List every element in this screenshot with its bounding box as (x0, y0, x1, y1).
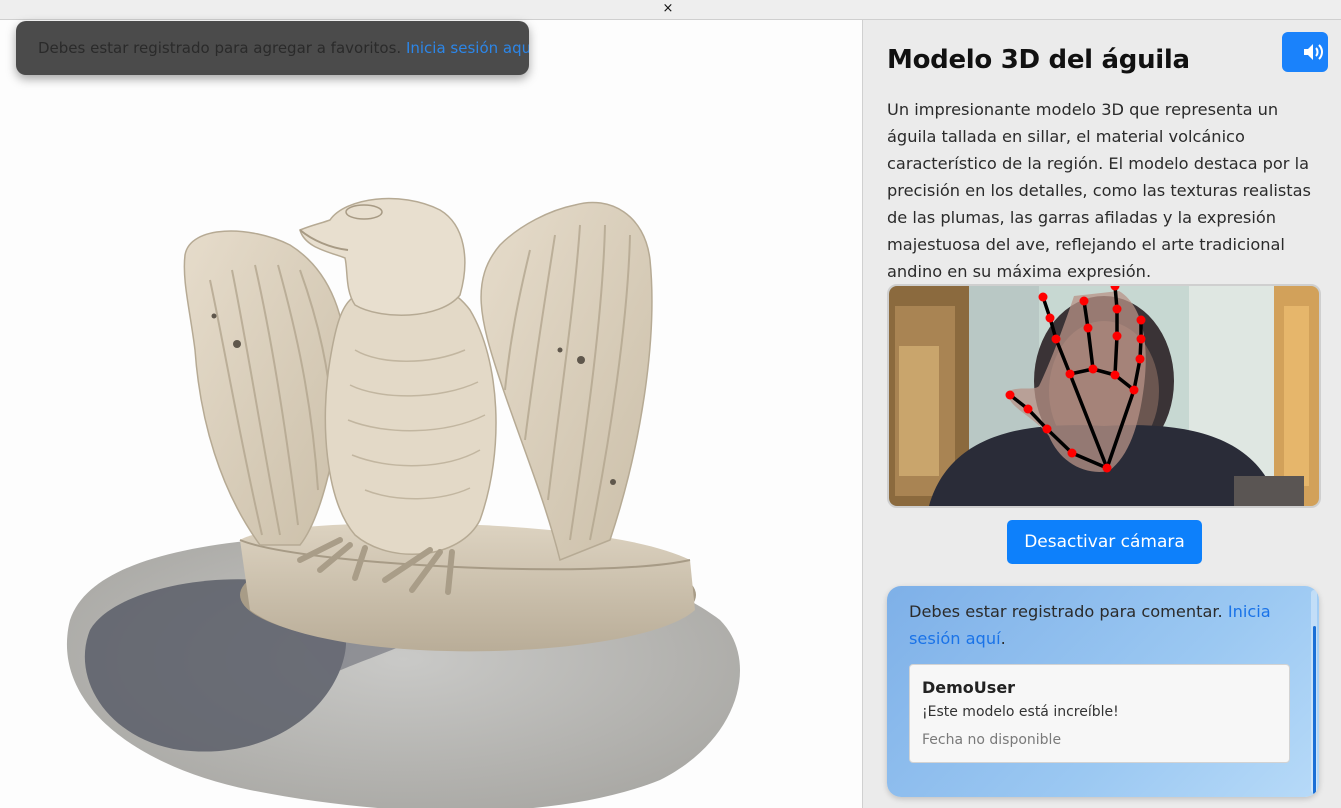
comment-login-message: Debes estar registrado para comentar. In… (909, 598, 1289, 652)
comment-date: Fecha no disponible (922, 732, 1062, 748)
toast-message: Debes estar registrado para agregar a fa… (38, 39, 402, 57)
favorites-login-toast: Debes estar registrado para agregar a fa… (16, 21, 529, 75)
model-viewer-canvas[interactable] (0, 20, 862, 808)
comment-card: DemoUser ¡Este modelo está increíble! Fe… (909, 664, 1290, 763)
comments-section: Debes estar registrado para comentar. In… (887, 586, 1319, 797)
toggle-camera-button[interactable]: Desactivar cámara (1007, 520, 1202, 564)
window-title-bar: × (0, 0, 1341, 20)
page-title: Modelo 3D del águila (887, 45, 1190, 75)
comment-login-text: Debes estar registrado para comentar. (909, 602, 1223, 621)
camera-frame (889, 286, 1319, 506)
comment-login-suffix: . (1000, 629, 1006, 648)
info-panel: Modelo 3D del águila Un impresionante mo… (862, 20, 1341, 808)
speaker-volume-icon (1304, 44, 1323, 60)
close-icon[interactable]: × (660, 1, 676, 17)
toast-login-link[interactable]: Inicia sesión aquí (406, 39, 529, 57)
comment-author: DemoUser (922, 678, 1016, 697)
audio-narration-button[interactable] (1282, 32, 1328, 72)
comments-scrollbar-thumb[interactable] (1313, 626, 1316, 794)
hand-tracking-camera-feed (887, 284, 1321, 508)
model-description: Un impresionante modelo 3D que represent… (887, 100, 1311, 281)
comment-text: ¡Este modelo está increíble! (922, 704, 1119, 720)
eagle-3d-model (66, 197, 740, 808)
